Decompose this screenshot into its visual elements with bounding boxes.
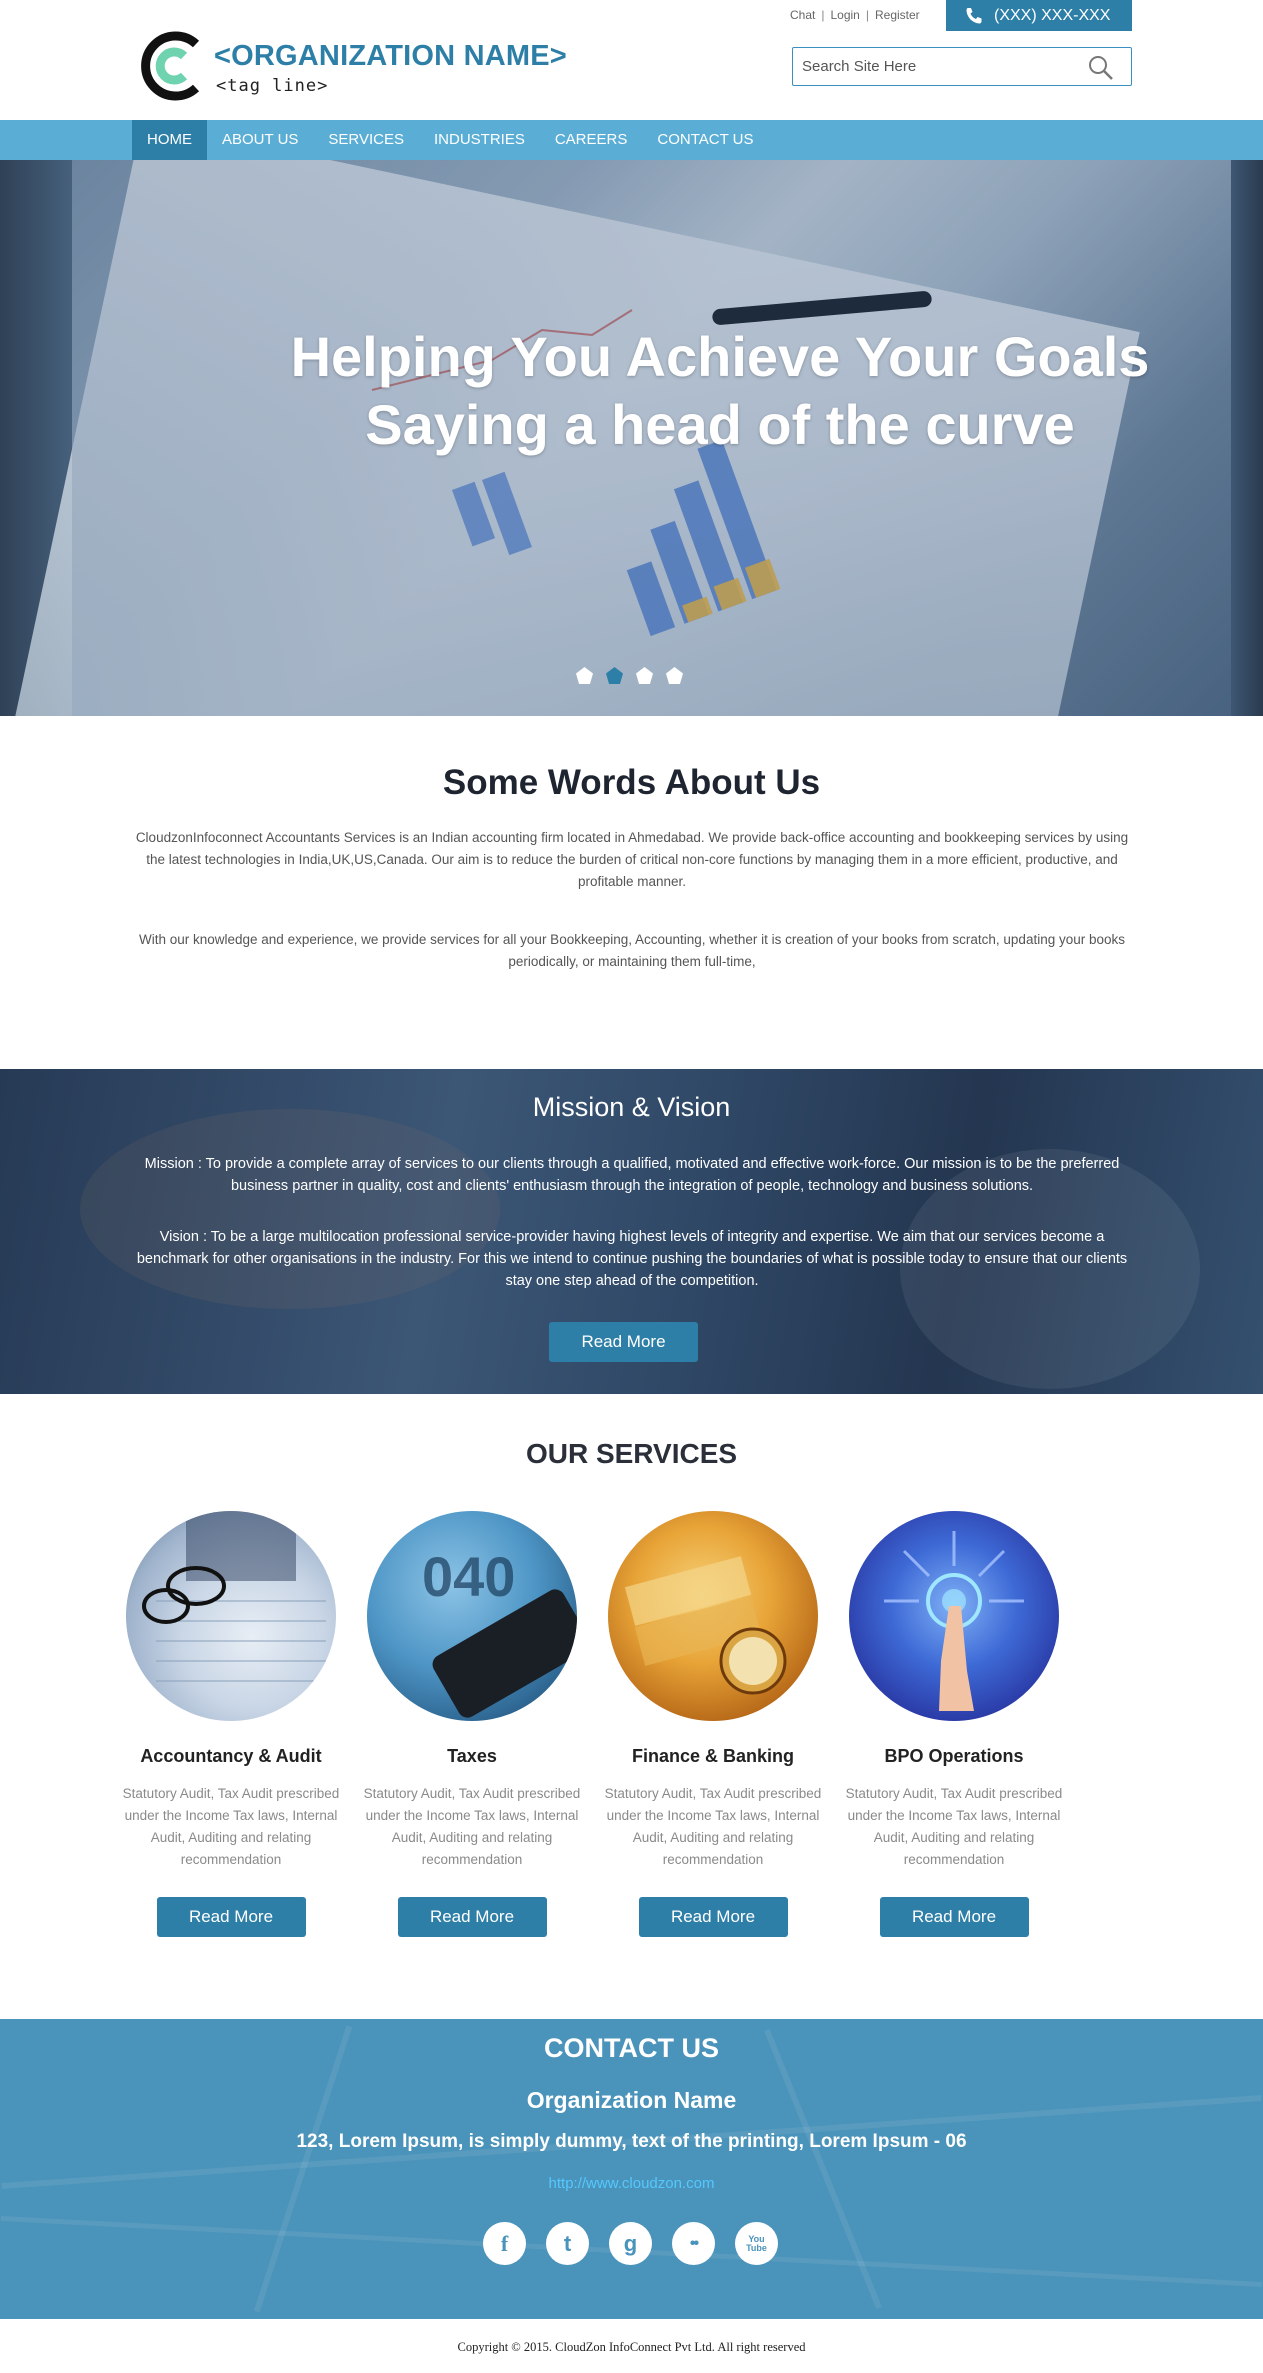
service-card-bpo: BPO Operations Statutory Audit, Tax Audi… bbox=[844, 1511, 1064, 1937]
money-icon bbox=[624, 1556, 787, 1695]
service-image-accountancy[interactable] bbox=[126, 1511, 336, 1721]
service-description: Statutory Audit, Tax Audit prescribed un… bbox=[122, 1786, 340, 1867]
service-read-more-button[interactable]: Read More bbox=[156, 1897, 306, 1937]
service-image-finance[interactable] bbox=[608, 1511, 818, 1721]
youtube-glyph: You Tube bbox=[746, 2233, 767, 2253]
main-nav: HOME ABOUT US SERVICES INDUSTRIES CAREER… bbox=[0, 120, 1263, 160]
search-icon[interactable] bbox=[1087, 54, 1115, 82]
phone-icon bbox=[966, 7, 982, 23]
service-name: BPO Operations bbox=[884, 1746, 1024, 1766]
slider-dot-2[interactable] bbox=[606, 667, 623, 684]
hero-subheadline: Saying a head of the curve bbox=[365, 393, 1075, 456]
service-read-more-button[interactable]: Read More bbox=[397, 1897, 547, 1937]
vision-text: Vision : To be a large multilocation pro… bbox=[136, 1229, 1128, 1289]
hero-slider: Helping You Achieve Your Goals Saying a … bbox=[0, 160, 1263, 716]
hero-headline: Helping You Achieve Your Goals bbox=[290, 325, 1150, 388]
services-title: OUR SERVICES bbox=[525, 1438, 738, 1469]
service-card-taxes: 040 Taxes Statutory Audit, Tax Audit pre… bbox=[362, 1511, 582, 1937]
login-link[interactable]: Login bbox=[830, 8, 859, 22]
svg-text:040: 040 bbox=[422, 1545, 515, 1608]
mission-read-more-button[interactable]: Read More bbox=[549, 1322, 698, 1362]
separator: | bbox=[865, 8, 869, 22]
service-read-more-button[interactable]: Read More bbox=[638, 1897, 788, 1937]
contact-section: CONTACT US Organization Name 123, Lorem … bbox=[0, 2019, 1263, 2319]
contact-website-link[interactable]: http://www.cloudzon.com bbox=[0, 2175, 1263, 2192]
nav-item-contact-us[interactable]: CONTACT US bbox=[642, 120, 768, 160]
about-paragraph-2: With our knowledge and experience, we pr… bbox=[138, 932, 1126, 969]
slider-dot-4[interactable] bbox=[666, 667, 683, 684]
service-description: Statutory Audit, Tax Audit prescribed un… bbox=[845, 1786, 1063, 1867]
social-links: f t g •• You Tube bbox=[483, 2222, 778, 2265]
organization-name: <ORGANIZATION NAME> bbox=[214, 40, 567, 72]
google-glyph: g bbox=[623, 2230, 638, 2256]
mission-vision-section: Mission & Vision Mission : To provide a … bbox=[0, 1069, 1263, 1394]
logo-icon bbox=[141, 31, 200, 101]
service-description: Statutory Audit, Tax Audit prescribed un… bbox=[363, 1786, 581, 1867]
twitter-icon[interactable]: t bbox=[546, 2222, 589, 2265]
slider-edge-right bbox=[1231, 160, 1263, 716]
map-road bbox=[764, 2028, 882, 2310]
logo[interactable]: <ORGANIZATION NAME> <tag line> bbox=[138, 28, 568, 108]
nav-item-industries[interactable]: INDUSTRIES bbox=[419, 120, 540, 160]
flickr-icon[interactable]: •• bbox=[672, 2222, 715, 2265]
contact-title: CONTACT US bbox=[544, 2033, 719, 2063]
search-input[interactable] bbox=[793, 48, 1083, 85]
tagline: <tag line> bbox=[216, 76, 329, 96]
separator: | bbox=[821, 8, 825, 22]
calculator-icon: 040 bbox=[422, 1545, 577, 1718]
touch-icon bbox=[884, 1531, 1024, 1711]
service-image-taxes[interactable]: 040 bbox=[367, 1511, 577, 1721]
top-links: Chat | Login | Register bbox=[790, 8, 920, 22]
slider-dots bbox=[576, 667, 683, 684]
copyright: Copyright © 2015. CloudZon InfoConnect P… bbox=[457, 2340, 806, 2354]
about-paragraph-1: CloudzonInfoconnect Accountants Services… bbox=[135, 830, 1129, 889]
nav-item-about-us[interactable]: ABOUT US bbox=[207, 120, 313, 160]
phone-number: (XXX) XXX-XXX bbox=[994, 6, 1111, 24]
service-card-finance: Finance & Banking Statutory Audit, Tax A… bbox=[603, 1511, 823, 1937]
flickr-glyph: •• bbox=[689, 2234, 699, 2252]
google-icon[interactable]: g bbox=[609, 2222, 652, 2265]
service-image-bpo[interactable] bbox=[849, 1511, 1059, 1721]
nav-item-home[interactable]: HOME bbox=[132, 120, 207, 160]
nav-item-careers[interactable]: CAREERS bbox=[540, 120, 643, 160]
phone-box[interactable]: (XXX) XXX-XXX bbox=[946, 0, 1132, 31]
service-card-accountancy: Accountancy & Audit Statutory Audit, Tax… bbox=[121, 1511, 341, 1937]
contact-address: 123, Lorem Ipsum, is simply dummy, text … bbox=[296, 2131, 967, 2152]
facebook-icon[interactable]: f bbox=[483, 2222, 526, 2265]
youtube-icon[interactable]: You Tube bbox=[735, 2222, 778, 2265]
service-name: Finance & Banking bbox=[631, 1746, 795, 1766]
about-title: Some Words About Us bbox=[442, 763, 821, 802]
service-read-more-button[interactable]: Read More bbox=[879, 1897, 1029, 1937]
slider-dot-1[interactable] bbox=[576, 667, 593, 684]
glasses-icon bbox=[142, 1511, 326, 1682]
mission-text: Mission : To provide a complete array of… bbox=[144, 1156, 1120, 1194]
search-box bbox=[792, 47, 1132, 86]
service-description: Statutory Audit, Tax Audit prescribed un… bbox=[604, 1786, 822, 1867]
nav-item-services[interactable]: SERVICES bbox=[313, 120, 419, 160]
mission-title: Mission & Vision bbox=[532, 1092, 731, 1122]
contact-organization-name: Organization Name bbox=[526, 2087, 737, 2113]
slider-dot-3[interactable] bbox=[636, 667, 653, 684]
facebook-glyph: f bbox=[500, 2230, 509, 2256]
register-link[interactable]: Register bbox=[875, 8, 920, 22]
service-name: Accountancy & Audit bbox=[140, 1746, 322, 1766]
twitter-glyph: t bbox=[563, 2230, 572, 2256]
chat-link[interactable]: Chat bbox=[790, 8, 815, 22]
site-header: <ORGANIZATION NAME> <tag line> Chat | Logi… bbox=[0, 0, 1263, 120]
service-name: Taxes bbox=[447, 1746, 497, 1766]
